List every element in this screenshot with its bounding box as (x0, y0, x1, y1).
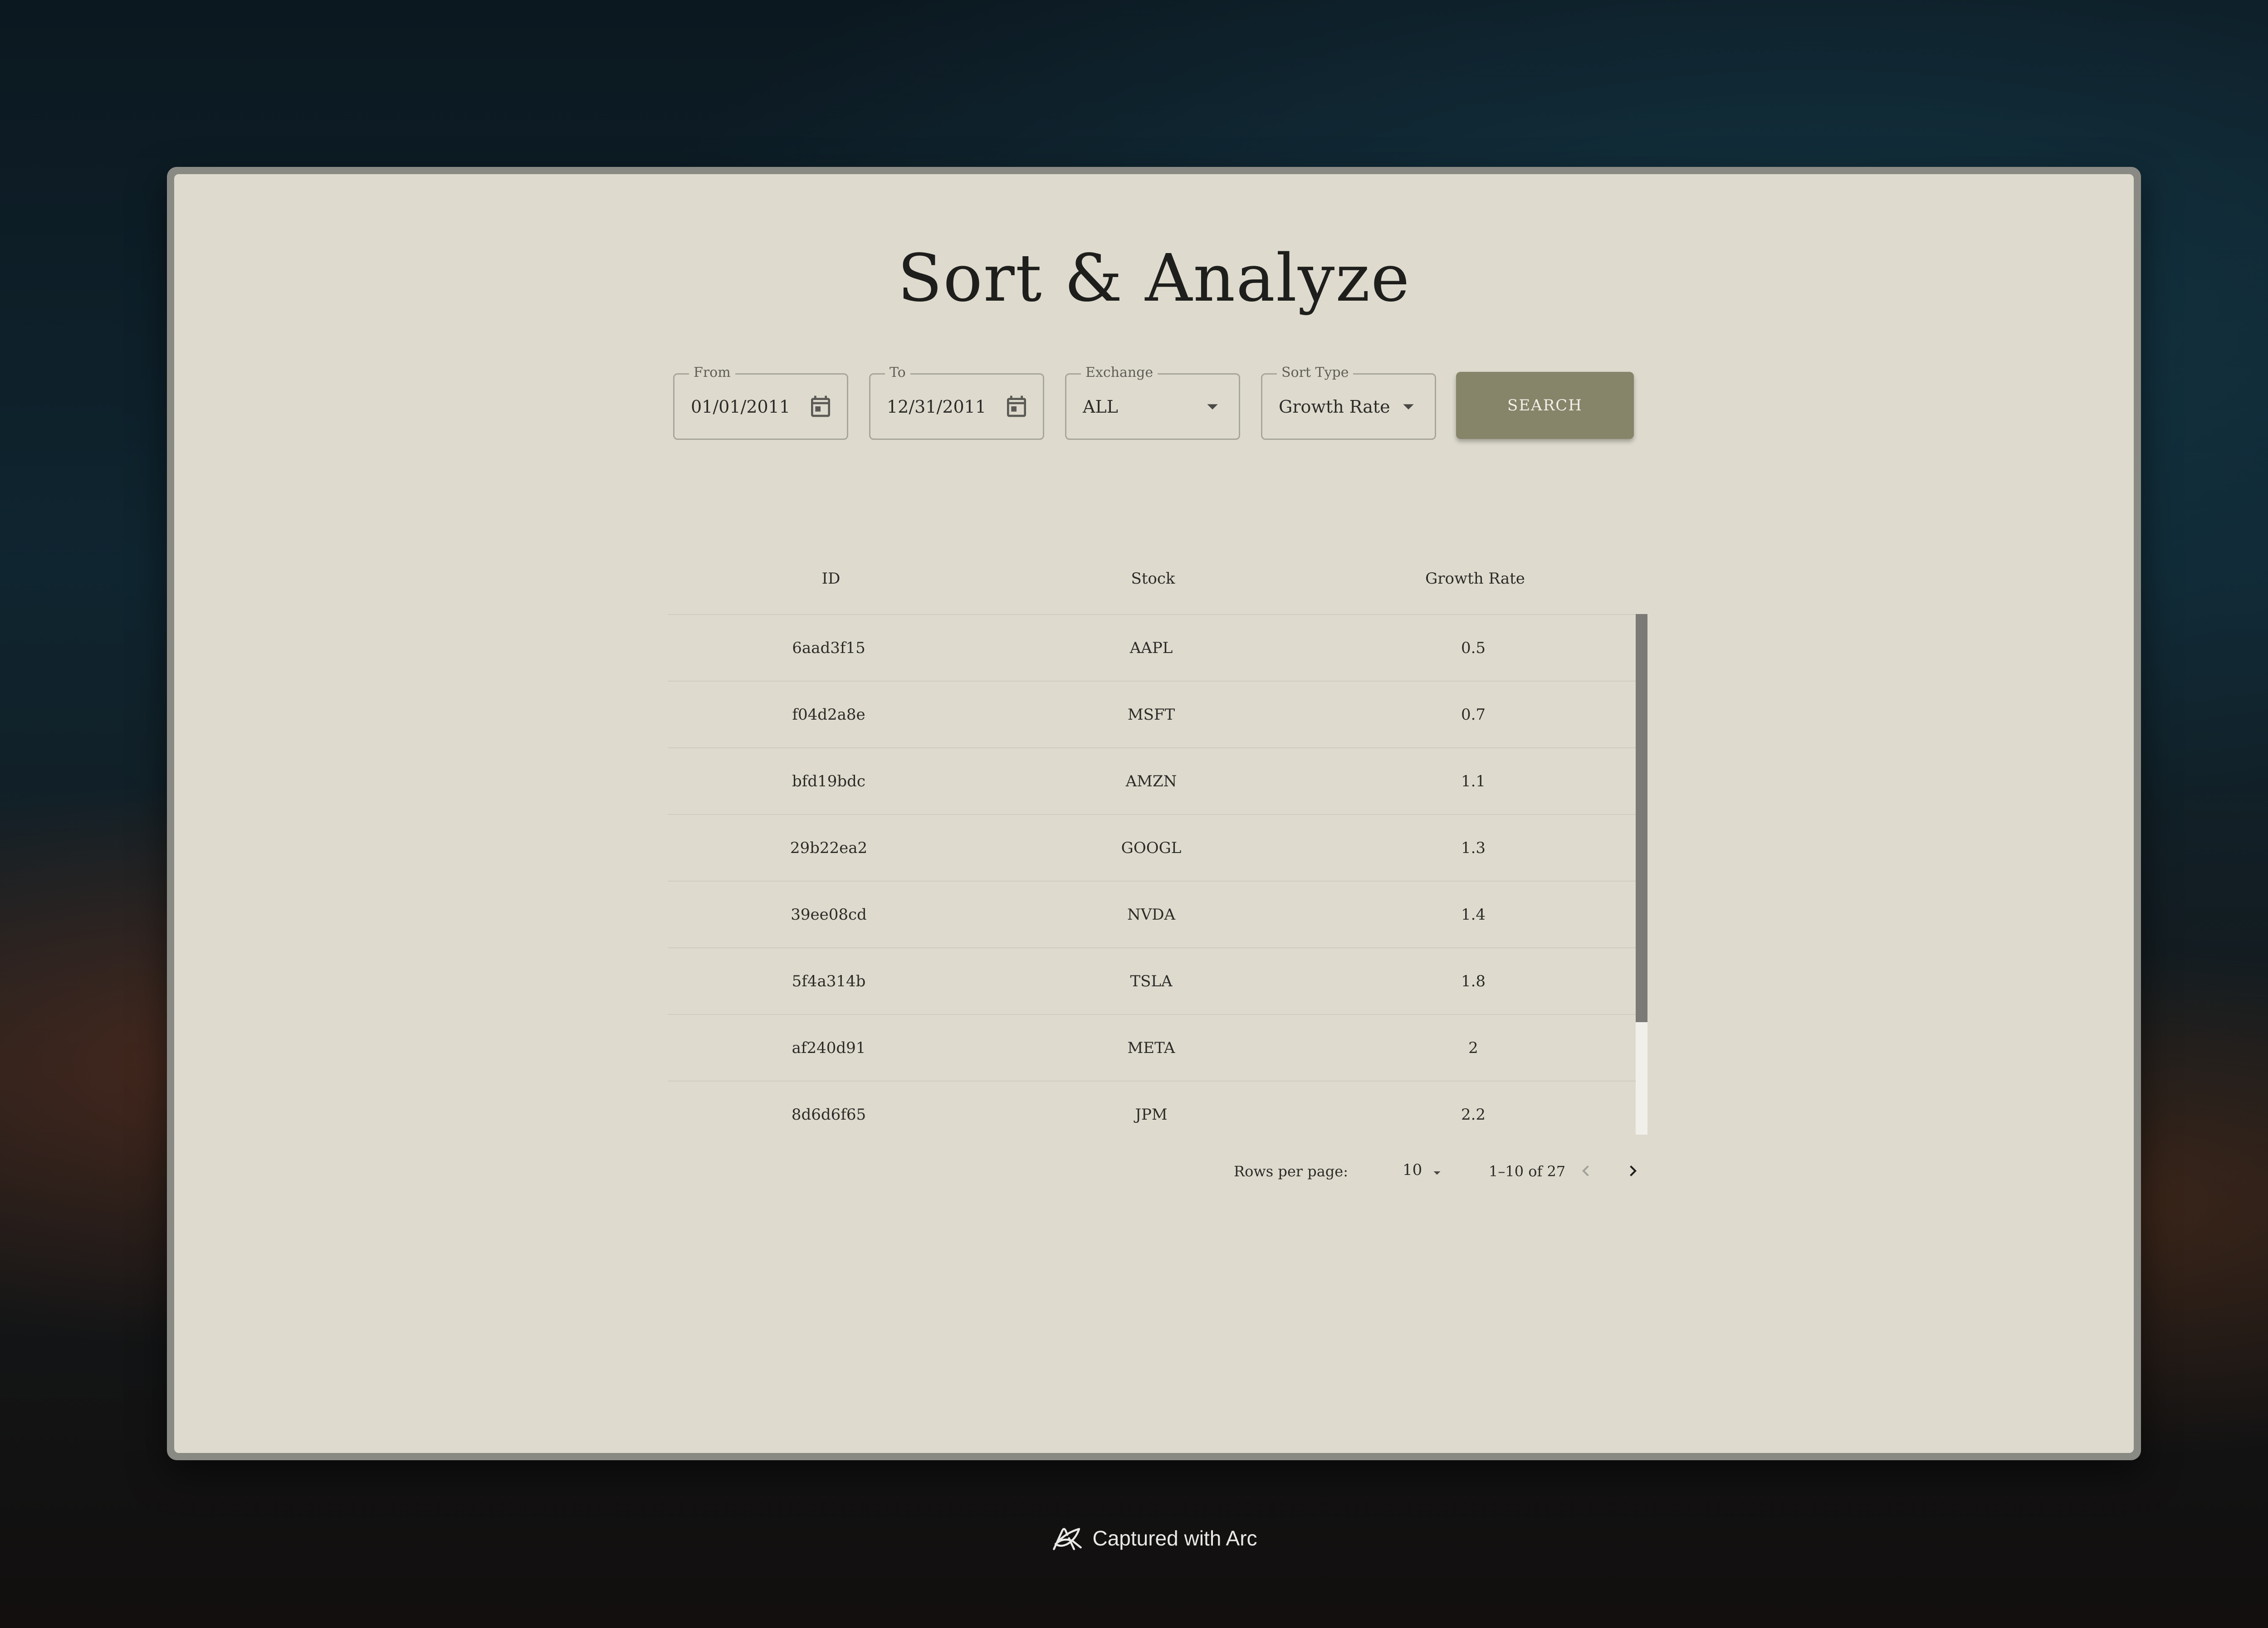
to-date-value[interactable]: 12/31/2011 (887, 395, 986, 418)
table-row[interactable]: 39ee08cd NVDA 1.4 (668, 881, 1638, 947)
table-row[interactable]: f04d2a8e MSFT 0.7 (668, 681, 1638, 747)
table-row[interactable]: bfd19bdc AMZN 1.1 (668, 747, 1638, 814)
cell-stock: GOOGL (1121, 838, 1182, 857)
table-header: ID Stock Growth Rate (668, 543, 1647, 614)
cell-growth-rate: 2 (1468, 1038, 1478, 1057)
exchange-label: Exchange (1081, 364, 1158, 382)
search-button[interactable]: SEARCH (1456, 372, 1634, 439)
scrollbar-thumb[interactable] (1636, 614, 1647, 1022)
exchange-value: ALL (1083, 397, 1118, 417)
cell-growth-rate: 1.4 (1461, 905, 1486, 924)
chevron-right-icon[interactable] (1622, 1160, 1644, 1182)
from-date-field[interactable]: From 01/01/2011 (673, 364, 848, 440)
sort-type-value: Growth Rate (1279, 397, 1390, 417)
app-content: Sort & Analyze From 01/01/2011 To 12/31/… (174, 174, 2134, 1453)
cell-stock: AAPL (1129, 639, 1173, 657)
table-row[interactable]: af240d91 META 2 (668, 1014, 1638, 1081)
caret-down-icon (1396, 394, 1421, 419)
to-date-label: To (885, 364, 910, 382)
cell-growth-rate: 2.2 (1461, 1105, 1486, 1124)
to-date-field[interactable]: To 12/31/2011 (869, 364, 1044, 440)
chevron-left-icon[interactable] (1575, 1160, 1597, 1182)
column-header-growth-rate[interactable]: Growth Rate (1312, 570, 1638, 588)
table-row[interactable]: 5f4a314b TSLA 1.8 (668, 947, 1638, 1014)
cell-growth-rate: 1.3 (1461, 838, 1486, 857)
cell-id: 39ee08cd (791, 905, 867, 924)
table-pagination: Rows per page: 10 1–10 of 27 (668, 1149, 1647, 1194)
cell-stock: TSLA (1130, 972, 1173, 990)
column-header-id[interactable]: ID (668, 570, 994, 588)
pagination-range: 1–10 of 27 (1489, 1163, 1566, 1180)
column-header-stock[interactable]: Stock (994, 570, 1312, 588)
cell-id: af240d91 (792, 1038, 866, 1057)
capture-footer-text: Captured with Arc (1092, 1526, 1257, 1550)
cell-id: 5f4a314b (792, 972, 866, 990)
caret-down-icon[interactable] (1429, 1165, 1445, 1181)
results-table: ID Stock Growth Rate 6aad3f15 AAPL 0.5 f… (668, 543, 1647, 1135)
from-date-value[interactable]: 01/01/2011 (691, 395, 790, 418)
exchange-select[interactable]: Exchange ALL (1065, 364, 1240, 440)
sort-type-select[interactable]: Sort Type Growth Rate (1261, 364, 1436, 440)
cell-id: f04d2a8e (792, 705, 865, 724)
calendar-icon[interactable] (808, 394, 833, 419)
rows-per-page-label: Rows per page: (1234, 1163, 1348, 1180)
arc-logo-icon (1051, 1524, 1084, 1553)
caret-down-icon (1200, 394, 1225, 419)
table-body: 6aad3f15 AAPL 0.5 f04d2a8e MSFT 0.7 bfd1… (668, 614, 1647, 1135)
cell-growth-rate: 1.1 (1461, 772, 1486, 790)
cell-id: 29b22ea2 (790, 838, 868, 857)
table-row[interactable]: 8d6d6f65 JPM 2.2 (668, 1081, 1638, 1135)
browser-window: Sort & Analyze From 01/01/2011 To 12/31/… (167, 167, 2141, 1460)
table-row[interactable]: 29b22ea2 GOOGL 1.3 (668, 814, 1638, 881)
rows-per-page-select[interactable]: 10 (1403, 1161, 1422, 1179)
calendar-icon[interactable] (1004, 394, 1029, 419)
cell-stock: MSFT (1127, 705, 1175, 724)
cell-stock: NVDA (1127, 905, 1176, 924)
cell-growth-rate: 0.7 (1461, 705, 1486, 724)
capture-footer: Captured with Arc (0, 1524, 2268, 1553)
sort-type-label: Sort Type (1277, 364, 1354, 382)
cell-id: 6aad3f15 (792, 639, 865, 657)
cell-growth-rate: 0.5 (1461, 639, 1486, 657)
cell-stock: JPM (1135, 1105, 1168, 1124)
cell-stock: META (1127, 1038, 1175, 1057)
from-date-label: From (689, 364, 735, 382)
cell-growth-rate: 1.8 (1461, 972, 1486, 990)
cell-stock: AMZN (1125, 772, 1177, 790)
table-row[interactable]: 6aad3f15 AAPL 0.5 (668, 614, 1638, 681)
page-title: Sort & Analyze (897, 240, 1411, 316)
cell-id: 8d6d6f65 (791, 1105, 866, 1124)
cell-id: bfd19bdc (792, 772, 865, 790)
